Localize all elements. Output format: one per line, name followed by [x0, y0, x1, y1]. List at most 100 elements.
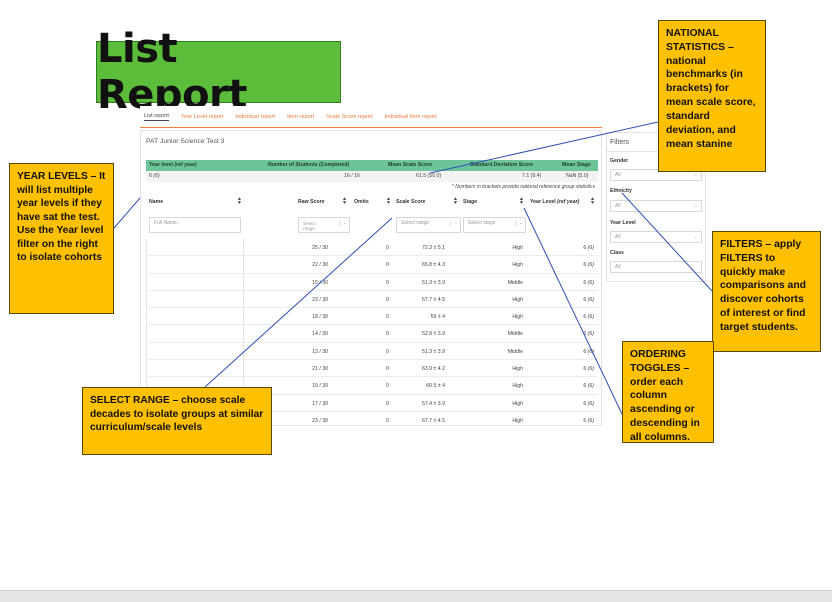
tab-individual-report[interactable]: Individual report: [235, 114, 275, 120]
sort-stage-toggle[interactable]: ▲ ▼: [519, 197, 524, 206]
stage-cell: High: [512, 400, 523, 407]
tab-year-level-report[interactable]: Year Level report: [181, 114, 223, 120]
sort-omits-toggle[interactable]: ▲ ▼: [386, 197, 391, 206]
chevron-down-icon: ⌄: [693, 203, 698, 209]
year-level-value: 6: [583, 314, 587, 321]
tab-individual-item-report[interactable]: Individual Item report: [384, 114, 436, 120]
year-level-select[interactable]: All ⌄: [610, 231, 702, 243]
year-level-cell: 6 (6): [583, 245, 594, 251]
stage-cell: Middle: [507, 331, 523, 338]
stage-cell: High: [512, 366, 523, 373]
table-row[interactable]: 25 / 30 0 72.3 ± 5.1 High 6 (6): [146, 239, 598, 257]
table-row[interactable]: 13 / 30 0 51.3 ± 3.9 Middle 6 (6): [146, 343, 598, 361]
year-level-cell: 6 (6): [583, 331, 594, 337]
scale-score-cell: 51.3 ± 3.9: [421, 348, 445, 355]
year-level-ref: (6): [587, 331, 594, 338]
sort-year-toggle[interactable]: ▲ ▼: [590, 197, 595, 206]
year-level-value: 6: [583, 348, 587, 355]
summary-year-level-value: 6 (6): [149, 173, 160, 179]
col-raw-score[interactable]: Raw Score: [298, 199, 325, 205]
omits-cell: 0: [386, 296, 389, 303]
table-row[interactable]: 23 / 30 0 67.7 ± 4.5 High 6 (6): [146, 291, 598, 309]
class-value: All: [615, 264, 621, 270]
report-panel: PAT Junior Science Test 3 Year level (re…: [140, 130, 602, 427]
year-level-value: 6: [583, 245, 587, 251]
stage-select[interactable]: Select stage ⌄: [463, 217, 526, 233]
col-omits[interactable]: Omits: [354, 199, 369, 205]
year-level-cell: 6 (6): [583, 366, 594, 372]
table-row[interactable]: 22 / 30 0 65.8 ± 4.3 High 6 (6): [146, 256, 598, 274]
year-level-cell: 6 (6): [583, 262, 594, 268]
summary-year-level-label: Year level: [149, 162, 173, 168]
national-note: * Numbers in brackets provide national r…: [451, 184, 595, 190]
stage-placeholder: Select stage: [468, 220, 496, 226]
stage-cell: Middle: [507, 348, 523, 355]
callout-year-levels: YEAR LEVELS – It will list multiple year…: [9, 163, 114, 314]
raw-score-cell: 21 / 30: [312, 366, 328, 373]
scale-range-select[interactable]: Select range ⌄: [396, 217, 461, 233]
omits-cell: 0: [386, 417, 389, 424]
scale-score-cell: 60.5 ± 4: [426, 383, 445, 390]
stage-cell: Middle: [507, 279, 523, 286]
ethnicity-value: All: [615, 203, 621, 209]
scale-score-cell: 65.8 ± 4.3: [421, 262, 445, 269]
name-filter-input[interactable]: Full Name...: [149, 217, 241, 233]
tab-list-report[interactable]: List report: [144, 113, 169, 121]
year-level-value: 6: [583, 296, 587, 303]
scale-score-cell: 72.3 ± 5.1: [421, 245, 445, 251]
summary-mean-stage-value: NaN (5.0): [566, 173, 589, 179]
summary-mean-scale-value: 61.5 (50.0): [416, 173, 442, 179]
stage-cell: High: [512, 314, 523, 321]
year-level-cell: 6 (6): [583, 314, 594, 320]
year-level-value: 6: [583, 383, 587, 390]
gender-label: Gender: [610, 158, 629, 164]
col-year-level[interactable]: Year Level (ref year): [530, 199, 579, 205]
year-level-ref: (6): [587, 314, 594, 321]
year-level-value: 6: [583, 331, 587, 338]
tab-scale-score-report[interactable]: Scale Score report: [326, 114, 372, 120]
test-name: PAT Junior Science Test 3: [146, 138, 225, 145]
table-header: Name ▲ ▼ Raw Score ▲ ▼ Omits ▲ ▼ Scale Scor…: [146, 197, 598, 215]
year-level-value: 6: [583, 262, 587, 269]
sort-raw-toggle[interactable]: ▲ ▼: [342, 197, 347, 206]
table-row[interactable]: 14 / 30 0 52.8 ± 3.9 Middle 6 (6): [146, 325, 598, 343]
summary-col-mean-stage: Mean Stage: [562, 162, 591, 168]
omits-cell: 0: [386, 279, 389, 286]
page-title: List Report: [97, 26, 247, 118]
sort-scale-toggle[interactable]: ▲ ▼: [453, 197, 458, 206]
class-select[interactable]: All: [610, 261, 702, 273]
slide-bottom-bar: [0, 590, 832, 602]
stage-cell: High: [512, 296, 523, 303]
raw-score-cell: 19 / 30: [312, 383, 328, 390]
scale-range-placeholder: Select range: [401, 220, 430, 226]
year-level-cell: 6 (6): [583, 383, 594, 389]
table-row[interactable]: 18 / 30 0 59 ± 4 High 6 (6): [146, 308, 598, 326]
summary-ref-value: (6): [153, 173, 160, 179]
scale-score-cell: 51.3 ± 3.9: [421, 279, 445, 286]
year-level-value: 6: [583, 417, 587, 424]
col-stage[interactable]: Stage: [463, 199, 477, 205]
sort-name-toggle[interactable]: ▲ ▼: [237, 197, 242, 206]
raw-range-select[interactable]: Select range ⌄: [298, 217, 350, 233]
table-row[interactable]: 15 / 30 0 51.3 ± 3.9 Middle 6 (6): [146, 274, 598, 291]
stage-cell: High: [512, 245, 523, 251]
gender-value: All: [615, 172, 621, 178]
table-row[interactable]: 21 / 30 0 63.9 ± 4.2 High 6 (6): [146, 360, 598, 378]
scale-score-cell: 67.7 ± 4.5: [421, 417, 445, 424]
callout-national-statistics: NATIONAL STATISTICS – national benchmark…: [658, 20, 766, 172]
raw-score-cell: 15 / 30: [312, 279, 328, 286]
tab-item-report[interactable]: Item report: [287, 114, 314, 120]
raw-score-cell: 25 / 30: [312, 245, 328, 251]
summary-col-num-students: Number of Students (Completed): [268, 162, 350, 168]
summary-col-std-dev: Standard Deviation Score: [470, 162, 534, 168]
callout-select-range: SELECT RANGE – choose scale decades to i…: [82, 387, 272, 455]
ethnicity-select[interactable]: All ⌄: [610, 200, 702, 212]
omits-cell: 0: [386, 400, 389, 407]
omits-cell: 0: [386, 262, 389, 269]
year-level-ref: (6): [587, 262, 594, 269]
year-level-ref: (6): [587, 296, 594, 303]
raw-score-cell: 18 / 30: [312, 314, 328, 321]
col-scale-score[interactable]: Scale Score: [396, 199, 425, 205]
raw-score-cell: 22 / 30: [312, 262, 328, 269]
col-name[interactable]: Name: [149, 199, 163, 205]
